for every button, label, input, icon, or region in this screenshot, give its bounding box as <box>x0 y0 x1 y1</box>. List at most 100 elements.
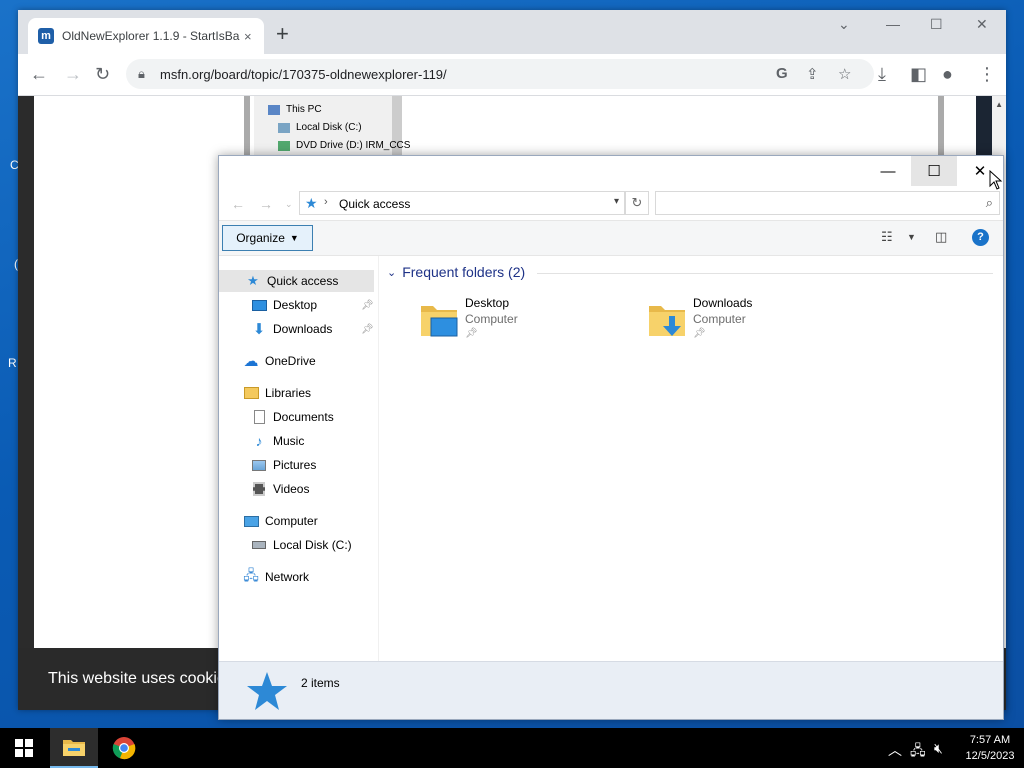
clock-time: 7:57 AM <box>969 734 1011 746</box>
search-icon[interactable]: ⌕ <box>986 195 993 211</box>
clock-date: 12/5/2023 <box>965 750 1015 762</box>
cloud-icon: ☁ <box>243 353 259 370</box>
organize-button[interactable]: Organize ▼ <box>222 225 313 251</box>
change-view-icon[interactable]: ☷ <box>881 229 893 245</box>
preview-pane-icon[interactable]: ◫ <box>935 229 947 245</box>
folder-name: Desktop <box>465 296 510 310</box>
close-icon[interactable]: ✕ <box>976 16 988 33</box>
nav-libraries[interactable]: Libraries <box>243 382 311 404</box>
explorer-titlebar[interactable]: — ☐ ✕ <box>219 156 1003 186</box>
forward-arrow-icon[interactable]: → <box>259 196 273 212</box>
taskbar-file-explorer[interactable] <box>50 728 98 768</box>
scroll-up-icon[interactable]: ▲ <box>995 100 1003 109</box>
pin-icon: 📌︎ <box>465 328 478 339</box>
nav-local-disk[interactable]: Local Disk (C:) <box>251 534 352 556</box>
share-icon[interactable]: ⇪ <box>806 65 819 83</box>
download-icon[interactable]: ⤓ <box>878 64 886 84</box>
minimize-icon[interactable]: — <box>865 156 911 186</box>
browser-tab[interactable]: m OldNewExplorer 1.1.9 - StartIsBa × <box>28 18 264 54</box>
folder-location: Computer <box>465 312 518 326</box>
group-header-frequent-folders[interactable]: ⌄ Frequent folders (2) <box>387 264 525 280</box>
dvd-drive-icon <box>278 140 290 151</box>
recent-locations-icon[interactable]: ⌄ <box>285 199 293 210</box>
minimize-icon[interactable]: — <box>886 16 900 32</box>
computer-icon <box>243 513 259 529</box>
new-tab-button[interactable]: + <box>276 22 289 46</box>
taskbar-clock[interactable]: 7:57 AM 12/5/2023 <box>960 732 1020 764</box>
music-note-icon: ♪ <box>255 433 263 449</box>
back-arrow-icon[interactable]: ← <box>231 196 245 212</box>
nav-network[interactable]: 🖧︎ Network <box>243 566 309 588</box>
url-text: msfn.org/board/topic/170375-oldnewexplor… <box>160 67 447 82</box>
bookmark-star-icon[interactable]: ☆ <box>838 65 851 83</box>
embedded-screenshot: This PC Local Disk (C:) DVD Drive (D:) I… <box>244 96 944 156</box>
nav-desktop[interactable]: Desktop <box>251 294 317 316</box>
embedded-tree-pane: This PC Local Disk (C:) DVD Drive (D:) I… <box>254 96 410 156</box>
nav-quick-access[interactable]: ★ Quick access <box>219 270 374 292</box>
tab-close-icon[interactable]: × <box>244 29 252 44</box>
taskbar: ︿ 🖧︎ 🔇︎ 7:57 AM 12/5/2023 <box>0 728 1024 768</box>
item-count: 2 items <box>301 676 340 690</box>
tab-strip: m OldNewExplorer 1.1.9 - StartIsBa × + ⌄… <box>18 10 1006 54</box>
film-icon <box>251 481 267 497</box>
breadcrumb-chevron-icon[interactable]: › <box>324 196 328 208</box>
embedded-tree-item: DVD Drive (D:) IRM_CCS <box>278 140 410 151</box>
search-input[interactable]: ⌕ <box>655 191 1000 215</box>
nav-computer[interactable]: Computer <box>243 510 318 532</box>
address-bar[interactable]: ★ › Quick access ▾ <box>299 191 625 215</box>
volume-muted-icon[interactable]: 🔇︎ <box>934 740 943 757</box>
nav-onedrive[interactable]: ☁ OneDrive <box>243 350 316 372</box>
network-status-icon[interactable]: 🖧︎ <box>910 740 926 764</box>
page-left-gutter <box>18 96 34 710</box>
nav-pictures[interactable]: Pictures <box>251 454 316 476</box>
nav-videos[interactable]: Videos <box>251 478 309 500</box>
chevron-down-icon: ▼ <box>289 233 299 243</box>
google-icon[interactable]: G <box>776 65 788 82</box>
chrome-icon <box>112 737 136 760</box>
explorer-window: — ☐ ✕ ← → ⌄ ★ › Quick access ▾ ↻ ⌕ Organ… <box>218 155 1004 720</box>
side-panel-icon[interactable]: ◧ <box>910 64 927 84</box>
address-bar[interactable]: 🔒︎ msfn.org/board/topic/170375-oldnewexp… <box>126 59 874 89</box>
view-dropdown-icon[interactable]: ▼ <box>907 232 916 242</box>
breadcrumb-quick-access[interactable]: Quick access <box>339 197 410 211</box>
download-arrow-icon: ⬇ <box>252 321 266 338</box>
profile-icon[interactable]: ● <box>942 64 953 84</box>
chevron-down-icon[interactable]: ▾ <box>614 196 619 207</box>
msfn-favicon-icon: m <box>38 28 54 44</box>
folder-tile-desktop[interactable]: Desktop Computer 📌︎ <box>419 296 619 346</box>
maximize-icon[interactable]: ☐ <box>911 156 957 186</box>
cookie-text: This website uses cookie <box>48 670 226 687</box>
start-button[interactable] <box>0 728 48 768</box>
refresh-button[interactable]: ↻ <box>625 191 649 215</box>
nav-music[interactable]: ♪ Music <box>251 430 305 452</box>
nav-documents[interactable]: Documents <box>251 406 334 428</box>
forward-arrow-icon[interactable]: → <box>64 64 82 84</box>
menu-kebab-icon[interactable]: ⋮ <box>978 64 996 84</box>
nav-downloads[interactable]: ⬇ Downloads <box>251 318 333 340</box>
libraries-icon <box>243 385 259 401</box>
desktop-icon-fragment: R <box>8 356 17 370</box>
desktop-icon <box>251 297 267 313</box>
disk-icon <box>251 537 267 553</box>
picture-icon <box>251 457 267 473</box>
help-icon[interactable]: ? <box>972 229 989 246</box>
lock-icon: 🔒︎ <box>138 66 145 81</box>
details-pane: 2 items <box>219 661 1003 719</box>
tab-title: OldNewExplorer 1.1.9 - StartIsBa <box>62 29 240 43</box>
pin-icon: 📌︎ <box>361 300 374 311</box>
explorer-address-row: ← → ⌄ ★ › Quick access ▾ ↻ ⌕ <box>219 186 1003 220</box>
content-pane: ⌄ Frequent folders (2) Desktop Computer … <box>379 256 1003 661</box>
pin-icon: 📌︎ <box>693 328 706 339</box>
this-pc-icon <box>268 104 280 115</box>
tab-search-icon[interactable]: ⌄ <box>838 16 850 33</box>
maximize-icon[interactable]: ☐ <box>930 16 943 33</box>
reload-icon[interactable]: ↻ <box>95 64 110 84</box>
folder-tile-downloads[interactable]: Downloads Computer 📌︎ <box>647 296 847 346</box>
desktop-folder-icon <box>421 306 458 337</box>
show-hidden-icons-icon[interactable]: ︿ <box>888 740 902 760</box>
back-arrow-icon[interactable]: ← <box>30 64 48 84</box>
taskbar-chrome[interactable] <box>100 728 148 768</box>
mouse-cursor-icon <box>989 170 1003 190</box>
pin-icon: 📌︎ <box>361 324 374 335</box>
quick-access-star-icon <box>247 672 287 710</box>
